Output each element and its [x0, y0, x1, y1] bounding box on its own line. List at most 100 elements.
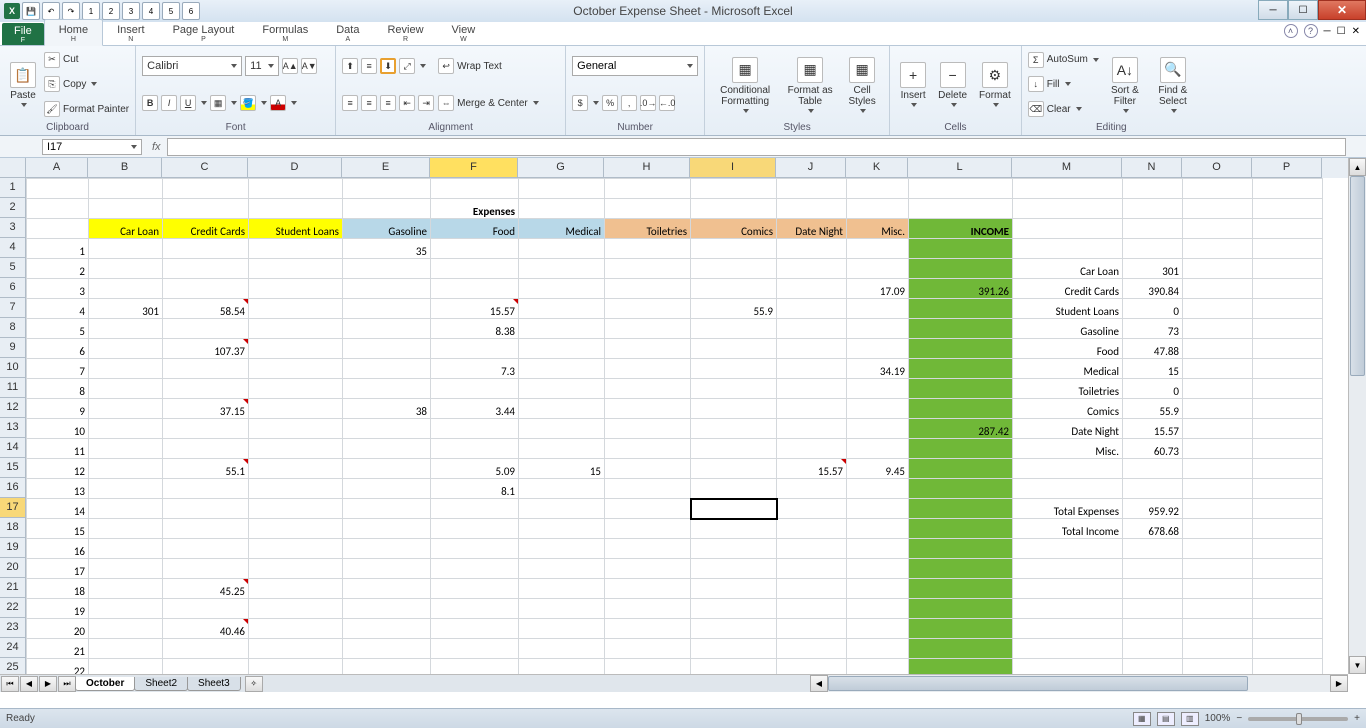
- cell[interactable]: [89, 199, 163, 219]
- cell[interactable]: [605, 459, 691, 479]
- cell-styles-button[interactable]: ▦Cell Styles: [841, 48, 883, 121]
- cell[interactable]: [519, 639, 605, 659]
- cell[interactable]: [847, 579, 909, 599]
- cell[interactable]: [163, 279, 249, 299]
- cell[interactable]: [519, 199, 605, 219]
- cell[interactable]: [909, 579, 1013, 599]
- cell[interactable]: [1183, 639, 1253, 659]
- cell[interactable]: 0: [1123, 299, 1183, 319]
- align-bottom-icon[interactable]: ⬇: [380, 58, 396, 74]
- font-color-button[interactable]: A: [270, 95, 286, 111]
- cell[interactable]: [847, 499, 909, 519]
- row-header-9[interactable]: 9: [0, 338, 26, 358]
- cell[interactable]: Car Loan: [89, 219, 163, 239]
- cell[interactable]: [519, 539, 605, 559]
- cell[interactable]: [1123, 559, 1183, 579]
- cell[interactable]: [777, 479, 847, 499]
- scroll-down-button[interactable]: ▼: [1349, 656, 1366, 674]
- cell[interactable]: [909, 259, 1013, 279]
- cell[interactable]: [605, 599, 691, 619]
- cell[interactable]: [163, 359, 249, 379]
- cell[interactable]: [1183, 599, 1253, 619]
- cell[interactable]: [249, 239, 343, 259]
- cell[interactable]: [691, 579, 777, 599]
- cell[interactable]: [847, 399, 909, 419]
- cell[interactable]: [1253, 219, 1323, 239]
- cell[interactable]: [519, 179, 605, 199]
- cell[interactable]: [605, 179, 691, 199]
- cell[interactable]: [431, 639, 519, 659]
- cell[interactable]: [343, 279, 431, 299]
- cell[interactable]: [89, 459, 163, 479]
- cell[interactable]: [847, 599, 909, 619]
- align-right-icon[interactable]: ≡: [380, 95, 396, 111]
- cell[interactable]: [1013, 579, 1123, 599]
- maximize-button[interactable]: ☐: [1288, 0, 1318, 20]
- cell[interactable]: [691, 559, 777, 579]
- cell[interactable]: [1253, 339, 1323, 359]
- cell[interactable]: 73: [1123, 319, 1183, 339]
- cell[interactable]: [1183, 299, 1253, 319]
- cell[interactable]: [605, 299, 691, 319]
- cell[interactable]: [89, 379, 163, 399]
- cell[interactable]: 15: [519, 459, 605, 479]
- delete-cells-button[interactable]: −Delete: [934, 48, 971, 121]
- select-all-button[interactable]: [0, 158, 26, 178]
- cell[interactable]: [1183, 219, 1253, 239]
- cell[interactable]: 3: [27, 279, 89, 299]
- cell[interactable]: [1013, 479, 1123, 499]
- cell[interactable]: [343, 599, 431, 619]
- tab-insert[interactable]: InsertN: [103, 20, 159, 45]
- row-header-24[interactable]: 24: [0, 638, 26, 658]
- cell[interactable]: [431, 619, 519, 639]
- cell[interactable]: [1013, 599, 1123, 619]
- cell[interactable]: [847, 419, 909, 439]
- workbook-close-icon[interactable]: ✕: [1352, 26, 1360, 37]
- cell[interactable]: [343, 659, 431, 675]
- cell[interactable]: [847, 439, 909, 459]
- qat-save-icon[interactable]: 💾: [22, 2, 40, 20]
- cell[interactable]: [909, 239, 1013, 259]
- cell[interactable]: [691, 439, 777, 459]
- cell[interactable]: [691, 199, 777, 219]
- align-middle-icon[interactable]: ≡: [361, 58, 377, 74]
- cell[interactable]: [343, 179, 431, 199]
- cell[interactable]: 8.1: [431, 479, 519, 499]
- cell[interactable]: Toiletries: [1013, 379, 1123, 399]
- cell[interactable]: [909, 639, 1013, 659]
- cell[interactable]: [605, 359, 691, 379]
- cell[interactable]: Comics: [691, 219, 777, 239]
- cell[interactable]: 55.9: [691, 299, 777, 319]
- cell[interactable]: Food: [431, 219, 519, 239]
- cell[interactable]: [343, 519, 431, 539]
- cell[interactable]: 12: [27, 459, 89, 479]
- cells-area[interactable]: ExpensesCar LoanCredit CardsStudent Loan…: [26, 178, 1348, 674]
- scroll-right-button[interactable]: ▶: [1330, 675, 1348, 692]
- scroll-left-button[interactable]: ◀: [810, 675, 828, 692]
- format-as-table-button[interactable]: ▦Format as Table: [783, 48, 837, 121]
- cell[interactable]: [777, 439, 847, 459]
- cell[interactable]: [691, 539, 777, 559]
- cell[interactable]: [691, 519, 777, 539]
- row-header-4[interactable]: 4: [0, 238, 26, 258]
- bold-button[interactable]: B: [142, 95, 158, 111]
- cell[interactable]: 301: [1123, 259, 1183, 279]
- cell[interactable]: [605, 319, 691, 339]
- cell[interactable]: [431, 519, 519, 539]
- cell[interactable]: [1123, 459, 1183, 479]
- cell[interactable]: [691, 659, 777, 675]
- cell[interactable]: 391.26: [909, 279, 1013, 299]
- file-tab[interactable]: FileF: [2, 23, 44, 45]
- cell[interactable]: [1013, 659, 1123, 675]
- column-header-C[interactable]: C: [162, 158, 248, 178]
- fill-color-button[interactable]: 🪣: [240, 95, 256, 111]
- cell[interactable]: [163, 599, 249, 619]
- align-center-icon[interactable]: ≡: [361, 95, 377, 111]
- cell[interactable]: [1183, 539, 1253, 559]
- cell[interactable]: [163, 479, 249, 499]
- align-left-icon[interactable]: ≡: [342, 95, 358, 111]
- cell[interactable]: [605, 239, 691, 259]
- cell[interactable]: [1183, 179, 1253, 199]
- row-header-15[interactable]: 15: [0, 458, 26, 478]
- cell[interactable]: [343, 359, 431, 379]
